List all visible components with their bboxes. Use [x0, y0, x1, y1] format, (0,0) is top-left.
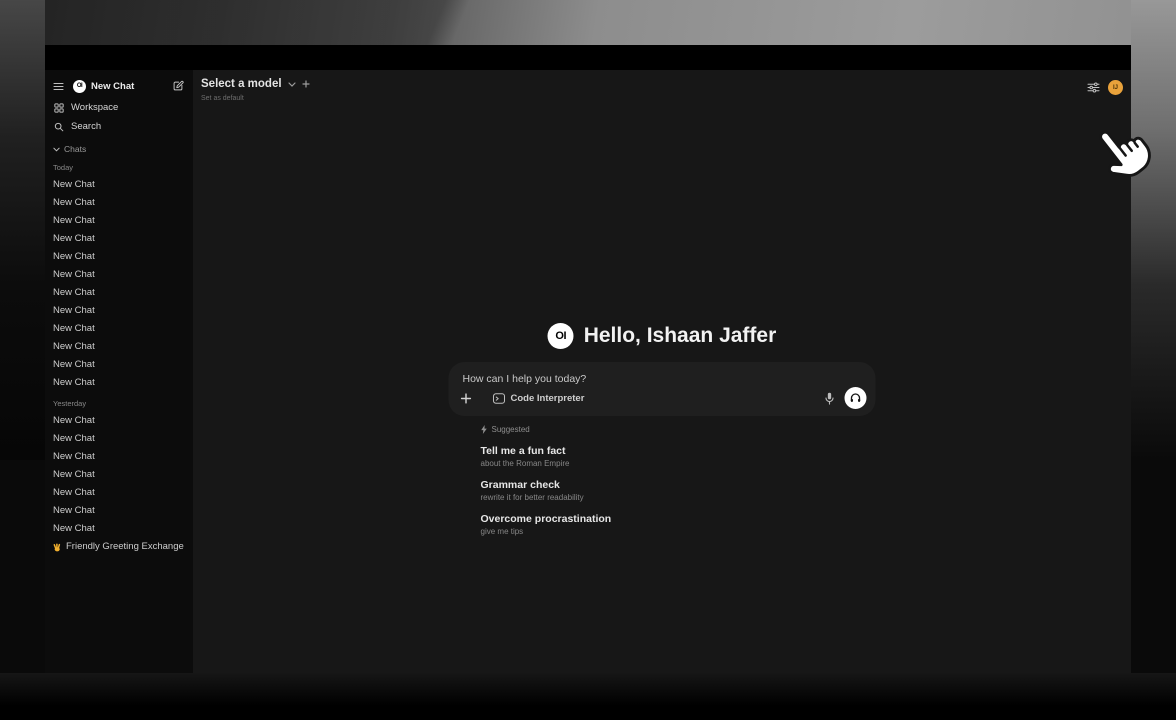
chat-list-item[interactable]: New Chat — [53, 412, 184, 430]
search-icon — [53, 122, 65, 132]
sidebar-item-search[interactable]: Search — [53, 117, 184, 136]
chat-list-item[interactable]: New Chat — [53, 338, 184, 356]
suggestion-item[interactable]: Grammar check rewrite it for better reada… — [481, 479, 876, 502]
chat-list-item[interactable]: New Chat — [53, 320, 184, 338]
microphone-icon[interactable] — [825, 392, 835, 405]
chat-list-item[interactable]: Friendly Greeting Exchange — [53, 538, 184, 556]
chat-group-label: Yesterday — [53, 399, 184, 409]
chat-list-item[interactable]: New Chat — [53, 266, 184, 284]
chat-group-label: Today — [53, 163, 184, 173]
chat-list-item[interactable]: New Chat — [53, 212, 184, 230]
attach-plus-icon[interactable] — [461, 393, 472, 404]
chat-list-item[interactable]: New Chat — [53, 466, 184, 484]
app-logo: OI — [73, 80, 86, 93]
sidebar-item-label: Search — [71, 121, 101, 132]
chat-list-item[interactable]: New Chat — [53, 484, 184, 502]
app-logo: OI — [548, 323, 574, 349]
terminal-icon — [493, 393, 506, 404]
chat-list-item[interactable]: New Chat — [53, 302, 184, 320]
desktop-background-bottom — [0, 673, 1176, 720]
message-composer[interactable]: How can I help you today? — [449, 362, 876, 416]
voice-call-button[interactable] — [845, 387, 867, 409]
chats-section-toggle[interactable]: Chats — [53, 142, 184, 156]
sidebar-toggle-icon[interactable] — [53, 82, 64, 91]
suggestion-title: Tell me a fun fact — [481, 445, 876, 457]
suggestion-list: Tell me a fun fact about the Roman Empire… — [481, 445, 876, 536]
code-interpreter-label: Code Interpreter — [511, 393, 585, 404]
suggestion-subtitle: give me tips — [481, 527, 876, 536]
grid-icon — [53, 103, 65, 113]
window-titlebar — [45, 45, 1131, 70]
suggested-label: Suggested — [492, 425, 530, 434]
suggestion-subtitle: about the Roman Empire — [481, 459, 876, 468]
set-as-default-link[interactable]: Set as default — [201, 95, 310, 102]
settings-sliders-icon[interactable] — [1087, 82, 1100, 93]
suggested-section: Suggested Tell me a fun fact about the Ro… — [449, 425, 876, 536]
chat-list-item[interactable]: New Chat — [53, 356, 184, 374]
model-selector-label: Select a model — [201, 78, 282, 90]
composer-placeholder: How can I help you today? — [463, 373, 587, 385]
chat-list-item[interactable]: New Chat — [53, 374, 184, 392]
sidebar-item-workspace[interactable]: Workspace — [53, 98, 184, 117]
chat-list: TodayNew ChatNew ChatNew ChatNew ChatNew… — [53, 163, 184, 556]
chat-list-item[interactable]: New Chat — [53, 194, 184, 212]
greeting-title: Hello, Ishaan Jaffer — [584, 324, 777, 348]
add-model-icon[interactable] — [302, 80, 310, 88]
chats-section-label: Chats — [64, 144, 86, 154]
suggestion-title: Overcome procrastination — [481, 513, 876, 525]
chat-list-item[interactable]: New Chat — [53, 502, 184, 520]
chat-list-item[interactable]: New Chat — [53, 230, 184, 248]
bolt-icon — [481, 425, 488, 434]
suggestion-item[interactable]: Overcome procrastination give me tips — [481, 513, 876, 536]
suggestion-title: Grammar check — [481, 479, 876, 491]
chat-list-item[interactable]: New Chat — [53, 284, 184, 302]
chat-item-title: Friendly Greeting Exchange — [66, 538, 184, 556]
topbar: Select a model Set as default — [201, 78, 310, 102]
new-chat-icon[interactable] — [172, 80, 184, 92]
sidebar-item-label: Workspace — [71, 102, 118, 113]
chevron-down-icon — [288, 82, 296, 87]
chat-list-item[interactable]: New Chat — [53, 176, 184, 194]
chat-list-item[interactable]: New Chat — [53, 448, 184, 466]
chevron-down-icon — [53, 147, 60, 152]
sidebar-app-title: New Chat — [91, 81, 134, 92]
model-selector[interactable]: Select a model — [201, 78, 310, 90]
code-interpreter-toggle[interactable]: Code Interpreter — [493, 393, 585, 404]
chat-list-item[interactable]: New Chat — [53, 520, 184, 538]
chat-list-item[interactable]: New Chat — [53, 430, 184, 448]
desktop-background-right — [1131, 0, 1176, 460]
app-window: OI New Chat Workspace — [45, 45, 1131, 673]
suggestion-subtitle: rewrite it for better readability — [481, 493, 876, 502]
sidebar: OI New Chat Workspace — [45, 70, 193, 673]
desktop-background-left — [0, 0, 45, 460]
suggestion-item[interactable]: Tell me a fun fact about the Roman Empire — [481, 445, 876, 468]
chat-list-item[interactable]: New Chat — [53, 248, 184, 266]
user-avatar[interactable]: IJ — [1108, 80, 1123, 95]
wave-emoji-icon — [53, 543, 62, 552]
main-area: Select a model Set as default — [193, 70, 1131, 673]
